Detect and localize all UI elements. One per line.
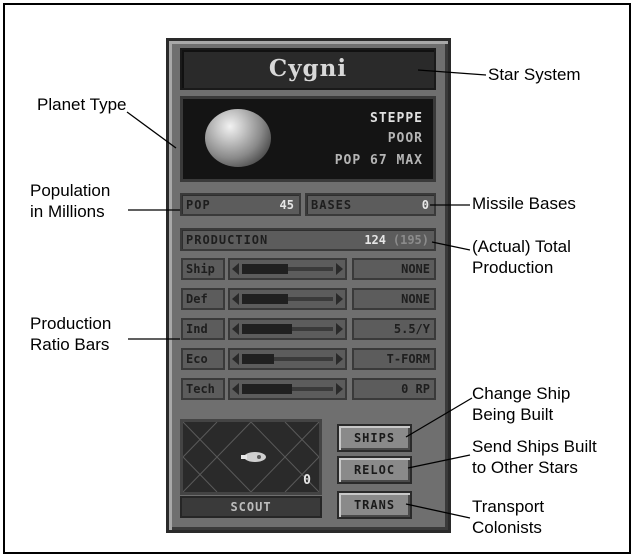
production-actual: 124 (364, 233, 386, 247)
slider-fill (242, 264, 288, 274)
planet-type: STEPPE (370, 111, 423, 126)
ship-display[interactable]: 0 (180, 419, 322, 495)
allocation-slider-def[interactable] (228, 288, 347, 310)
callout-change-ship-line1: Change Ship (472, 384, 571, 403)
allocation-value-ship: NONE (352, 258, 436, 280)
callout-transport-line1: Transport (472, 497, 545, 516)
callout-send-ships-line2: to Other Stars (472, 458, 578, 477)
callout-star-system: Star System (488, 65, 581, 84)
callout-transport-line2: Colonists (472, 518, 542, 537)
planet-view: STEPPE POOR POP 67 MAX (180, 96, 436, 182)
ship-name: SCOUT (180, 496, 322, 518)
population-label: POP (186, 198, 211, 212)
ships-button[interactable]: SHIPS (337, 424, 412, 452)
increase-arrow-icon[interactable] (336, 293, 343, 305)
bases-label: BASES (311, 198, 353, 212)
population-field: POP 45 (180, 193, 301, 216)
decrease-arrow-icon[interactable] (232, 263, 239, 275)
allocation-label-def: Def (181, 288, 225, 310)
bases-value: 0 (421, 198, 429, 212)
planet-quality: POOR (387, 131, 423, 146)
population-value: 45 (279, 198, 294, 212)
allocation-slider-ship[interactable] (228, 258, 347, 280)
allocation-label-tech: Tech (181, 378, 225, 400)
slider-fill (242, 294, 288, 304)
allocation-label-eco: Eco (181, 348, 225, 370)
decrease-arrow-icon[interactable] (232, 293, 239, 305)
planet-image (205, 109, 271, 167)
ship-count: 0 (303, 473, 311, 488)
decrease-arrow-icon[interactable] (232, 383, 239, 395)
decrease-arrow-icon[interactable] (232, 323, 239, 335)
increase-arrow-icon[interactable] (336, 383, 343, 395)
callout-total-production-line1: (Actual) Total (472, 237, 571, 256)
allocation-slider-eco[interactable] (228, 348, 347, 370)
callout-missile-bases: Missile Bases (472, 194, 576, 213)
planet-max-pop: POP 67 MAX (334, 153, 423, 168)
allocation-label-ind: Ind (181, 318, 225, 340)
production-total: (195) (392, 233, 429, 247)
allocation-value-ind: 5.5/Y (352, 318, 436, 340)
callout-ratio-bars-line2: Ratio Bars (30, 335, 110, 354)
callout-send-ships-line1: Send Ships Built (472, 437, 597, 456)
decrease-arrow-icon[interactable] (232, 353, 239, 365)
increase-arrow-icon[interactable] (336, 353, 343, 365)
increase-arrow-icon[interactable] (336, 263, 343, 275)
slider-fill (242, 354, 274, 364)
callout-population-line2: in Millions (30, 202, 105, 221)
slider-fill (242, 324, 292, 334)
allocation-slider-ind[interactable] (228, 318, 347, 340)
starfield-grid (183, 422, 319, 492)
allocation-value-eco: T-FORM (352, 348, 436, 370)
scout-ship-icon (241, 452, 266, 462)
callout-planet-type: Planet Type (37, 95, 127, 114)
allocation-value-tech: 0 RP (352, 378, 436, 400)
allocation-value-def: NONE (352, 288, 436, 310)
callout-population-line1: Population (30, 181, 111, 200)
allocation-slider-tech[interactable] (228, 378, 347, 400)
star-system-name: Cygni (268, 55, 348, 82)
trans-button[interactable]: TRANS (337, 491, 412, 519)
callout-total-production-line2: Production (472, 258, 554, 277)
star-system-title-box: Cygni (180, 48, 436, 90)
reloc-button[interactable]: RELOC (337, 456, 412, 484)
increase-arrow-icon[interactable] (336, 323, 343, 335)
callout-change-ship-line2: Being Built (472, 405, 554, 424)
production-label: PRODUCTION (186, 233, 269, 247)
allocation-label-ship: Ship (181, 258, 225, 280)
production-field: PRODUCTION 124 (195) (180, 228, 436, 251)
bases-field: BASES 0 (305, 193, 436, 216)
slider-fill (242, 384, 292, 394)
callout-ratio-bars-line1: Production (30, 314, 112, 333)
